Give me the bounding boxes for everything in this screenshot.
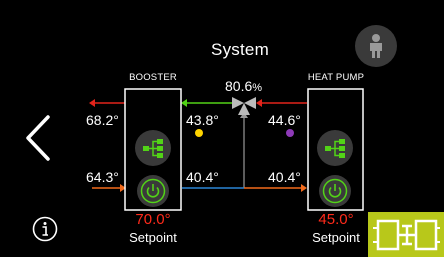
booster-network-button[interactable] <box>135 130 171 166</box>
hp-supply-arrow <box>256 99 262 107</box>
power-icon <box>322 178 348 204</box>
booster-setpoint-label: Setpoint <box>129 230 177 245</box>
mix-arrow <box>181 99 187 107</box>
mid-return-temp: 40.4° <box>186 169 219 185</box>
booster-return-temp: 64.3° <box>86 169 119 185</box>
booster-setpoint-value[interactable]: 70.0° <box>118 211 188 228</box>
system-screen: System 80.6% BOOSTER HEAT PUMP 68.2° 64.… <box>0 0 444 257</box>
mix-temp-indicator <box>195 129 203 137</box>
hp-power-button[interactable] <box>319 175 351 207</box>
power-icon <box>140 178 166 204</box>
booster-supply-arrow <box>89 99 95 107</box>
valve-percent-unit: % <box>252 82 263 94</box>
booster-label: BOOSTER <box>129 72 177 83</box>
booster-supply-temp: 68.2° <box>86 112 119 128</box>
system-layout-icon <box>373 219 440 250</box>
valve-percent-value: 80.6 <box>225 78 253 94</box>
hp-supply-temp: 44.6° <box>268 112 301 128</box>
hp-setpoint-value[interactable]: 45.0° <box>301 211 371 228</box>
hp-return-arrow <box>301 184 307 192</box>
heat-pump-label: HEAT PUMP <box>307 72 365 83</box>
hp-return-temp: 40.4° <box>268 169 301 185</box>
booster-power-button[interactable] <box>137 175 169 207</box>
valve-percent: 80.6% <box>225 78 262 94</box>
hp-supply-indicator <box>286 129 294 137</box>
system-layout-button[interactable] <box>368 212 444 257</box>
mixing-valve-icon <box>232 97 256 115</box>
network-tree-icon <box>325 139 345 158</box>
hp-network-button[interactable] <box>317 130 353 166</box>
network-tree-icon <box>143 139 163 158</box>
mix-temp: 43.8° <box>186 112 219 128</box>
hp-setpoint-label: Setpoint <box>312 230 360 245</box>
